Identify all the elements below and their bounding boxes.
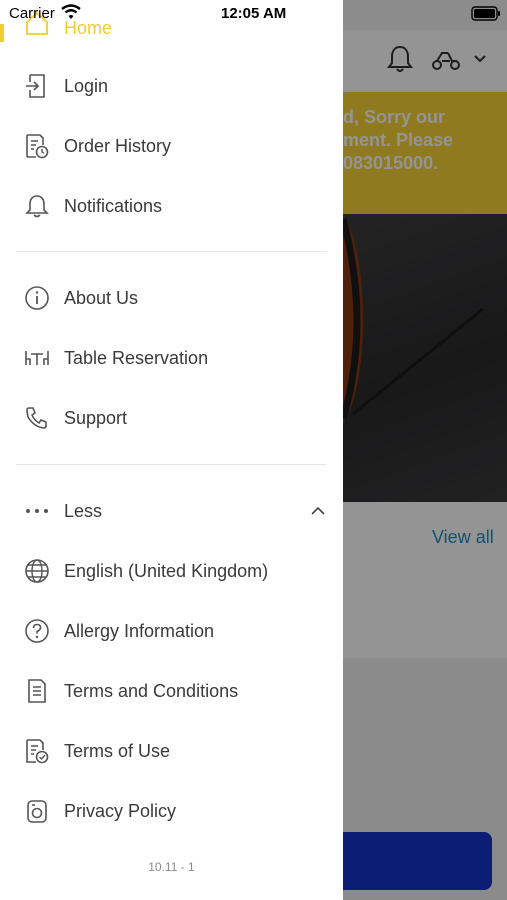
menu-item-terms-and-conditions[interactable]: Terms and Conditions xyxy=(0,663,343,719)
table-icon xyxy=(25,351,49,365)
menu-item-label: Terms and Conditions xyxy=(64,681,239,701)
phone-icon xyxy=(26,407,47,429)
order-history-icon xyxy=(26,134,49,159)
menu-item-label: Table Reservation xyxy=(64,348,209,368)
menu-item-label: Privacy Policy xyxy=(64,801,177,821)
menu-item-order-history[interactable]: Order History xyxy=(0,118,343,174)
clock: 12:05 AM xyxy=(221,5,287,22)
menu-item-label: Less xyxy=(64,501,103,521)
status-bar: Carrier 12:05 AM xyxy=(0,0,507,28)
more-dots-icon xyxy=(26,509,48,513)
menu-item-privacy-policy[interactable]: Privacy Policy xyxy=(0,783,343,839)
menu-item-less-toggle[interactable]: Less xyxy=(0,483,343,539)
app-version: 10.11 - 1 xyxy=(148,860,195,874)
menu-item-about-us[interactable]: About Us xyxy=(0,270,343,326)
menu-item-notifications[interactable]: Notifications xyxy=(0,178,343,234)
menu-item-terms-of-use[interactable]: Terms of Use xyxy=(0,723,343,779)
menu-item-support[interactable]: Support xyxy=(0,390,343,446)
menu-item-label: Notifications xyxy=(64,196,163,216)
document-check-icon xyxy=(26,739,49,764)
carrier-label: Carrier xyxy=(9,5,55,22)
menu-item-label: Allergy Information xyxy=(64,621,215,641)
menu-item-login[interactable]: Login xyxy=(0,58,343,114)
question-icon xyxy=(25,619,49,643)
divider xyxy=(16,251,327,252)
menu-item-label: Order History xyxy=(64,136,172,156)
menu-item-label: About Us xyxy=(64,288,139,308)
menu-item-allergy-information[interactable]: Allergy Information xyxy=(0,603,343,659)
menu-item-label: Support xyxy=(64,408,128,428)
globe-icon xyxy=(25,559,49,583)
menu-item-label: English (United Kingdom) xyxy=(64,561,269,581)
menu-item-label: Login xyxy=(64,76,109,96)
menu-item-table-reservation[interactable]: Table Reservation xyxy=(0,330,343,386)
login-icon xyxy=(26,74,45,98)
navigation-drawer: Home Login Order History Notifications A… xyxy=(0,0,343,900)
battery-icon xyxy=(471,6,500,21)
divider xyxy=(16,464,327,465)
info-icon xyxy=(25,286,49,310)
chevron-up-icon xyxy=(311,506,325,515)
privacy-icon xyxy=(27,800,47,823)
menu-item-language[interactable]: English (United Kingdom) xyxy=(0,543,343,599)
document-icon xyxy=(28,679,46,703)
wifi-icon xyxy=(61,4,81,19)
menu-item-label: Terms of Use xyxy=(64,741,171,761)
bell-icon xyxy=(25,195,49,218)
